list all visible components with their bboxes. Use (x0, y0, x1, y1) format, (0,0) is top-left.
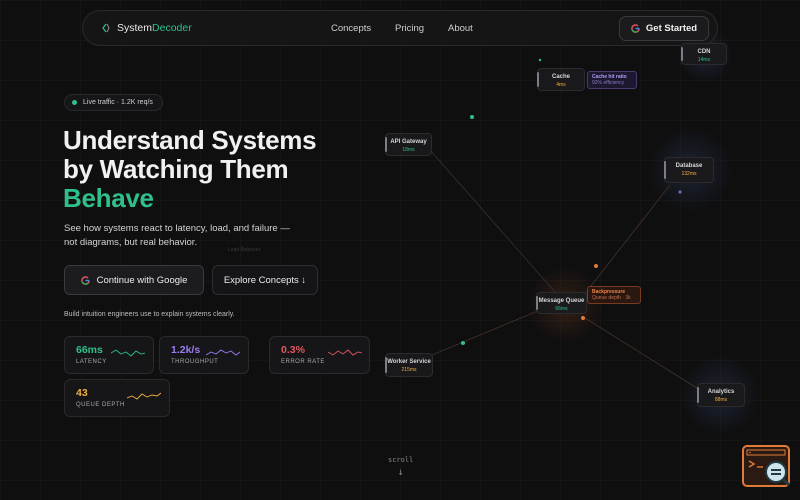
tooltip-subtitle: 92% efficiency (592, 80, 625, 86)
ghost-node-label: Load Balancer (228, 247, 261, 253)
node-latency: 215ms (401, 367, 417, 373)
scroll-label: scroll (388, 456, 414, 464)
packet-dot (461, 341, 465, 345)
metric-value: 66ms (76, 344, 103, 356)
google-icon (631, 24, 640, 33)
hero-title-line2: by Watching Them (63, 154, 289, 184)
metric-value: 0.3% (281, 344, 305, 356)
continue-with-google-button[interactable]: Continue with Google (64, 265, 204, 295)
metric-value: 1.2k/s (171, 344, 201, 356)
node-latency: 14ms (697, 57, 711, 63)
continue-with-google-label: Continue with Google (96, 274, 188, 286)
hero-title-line1: Understand Systems (63, 125, 317, 155)
hero-title: Understand Systems by Watching Them Beha… (63, 125, 317, 213)
google-icon (80, 275, 90, 285)
node-api-gateway[interactable]: API Gateway 18ms (385, 133, 432, 156)
node-name: Message Queue (538, 298, 585, 304)
scroll-arrow-icon: ↓ (397, 467, 404, 478)
node-latency: 88ms (714, 397, 728, 403)
nav-link-pricing[interactable]: Pricing (395, 23, 424, 34)
edge-mq-analytics (584, 317, 701, 391)
node-name: CDN (697, 49, 711, 55)
metric-label: ERROR RATE (281, 359, 325, 365)
sparkline-icon (111, 349, 145, 357)
edge-mq-db (579, 184, 671, 301)
packet-dot (678, 190, 682, 194)
brand-name-part1: System (117, 22, 153, 34)
search-icon (765, 461, 791, 487)
cache-hit-tooltip: Cache hit ratio 92% efficiency (587, 71, 637, 89)
explore-concepts-label: Explore Concepts ↓ (223, 274, 307, 286)
sparkline-icon (328, 349, 362, 356)
explore-concepts-button[interactable]: Explore Concepts ↓ (212, 265, 318, 295)
metric-value: 43 (76, 387, 88, 399)
hero-title-accent: Behave (63, 183, 154, 213)
metric-label: THROUGHPUT (171, 359, 219, 365)
top-navbar: SystemDecoder Concepts Pricing About Get… (82, 10, 718, 46)
packet-dot (470, 115, 474, 119)
backpressure-tooltip: Backpressure Queue depth · 3k (587, 286, 641, 304)
node-cache[interactable]: Cache 4ms (537, 68, 585, 91)
packet-dot (538, 58, 542, 62)
get-started-button[interactable]: Get Started (619, 16, 709, 41)
terminal-widget-button[interactable] (742, 445, 791, 487)
node-analytics[interactable]: Analytics 88ms (697, 383, 745, 407)
network-diagram (419, 27, 760, 435)
node-cdn[interactable]: CDN 14ms (681, 43, 727, 65)
tooltip-subtitle: Queue depth · 3k (592, 295, 631, 301)
scroll-hint[interactable]: scroll ↓ (388, 456, 413, 478)
metric-card-throughput: 1.2k/s THROUGHPUT (159, 336, 249, 374)
node-name: Cache (551, 74, 570, 80)
nav-link-about[interactable]: About (448, 23, 473, 34)
brand-logo[interactable]: SystemDecoder (101, 22, 192, 34)
node-name: API Gateway (390, 139, 427, 145)
live-dot-icon (72, 100, 77, 105)
metric-card-error-rate: 0.3% ERROR RATE (269, 336, 370, 374)
node-name: Worker Service (387, 359, 431, 365)
hero-tagline: Build intuition engineers use to explain… (64, 311, 235, 318)
brand-name-part2: Decoder (152, 22, 192, 34)
node-name: Database (675, 163, 703, 169)
node-worker-service[interactable]: Worker Service 215ms (385, 353, 433, 377)
node-latency: 4ms (556, 82, 566, 88)
edge-mq-worker (419, 309, 541, 361)
node-latency: 132ms (681, 171, 697, 177)
node-latency: 18ms (402, 147, 415, 153)
node-message-queue[interactable]: Message Queue 66ms (536, 292, 587, 314)
hero-subtitle-line2: not diagrams, but real behavior. (64, 237, 198, 248)
nav-link-concepts[interactable]: Concepts (331, 23, 371, 34)
hero-subtitle-line1: See how systems react to latency, load, … (64, 223, 290, 234)
sparkline-icon (127, 392, 161, 400)
logo-icon (102, 23, 110, 33)
live-traffic-pill: Live traffic · 1.2K req/s (64, 94, 163, 111)
node-name: Analytics (707, 389, 735, 395)
sparkline-icon (206, 349, 240, 356)
metric-label: LATENCY (76, 359, 107, 365)
edge-api-mq (429, 149, 556, 293)
node-latency: 66ms (555, 306, 568, 312)
hero-subtitle: See how systems react to latency, load, … (64, 222, 304, 250)
metric-card-queue-depth: 43 QUEUE DEPTH (64, 379, 170, 417)
metric-card-latency: 66ms LATENCY (64, 336, 154, 374)
get-started-label: Get Started (645, 23, 698, 34)
packet-dot (581, 316, 585, 320)
node-database[interactable]: Database 132ms (664, 157, 714, 183)
live-traffic-label: Live traffic · 1.2K req/s (83, 99, 153, 106)
metric-label: QUEUE DEPTH (76, 402, 125, 408)
packet-dot (594, 264, 598, 268)
